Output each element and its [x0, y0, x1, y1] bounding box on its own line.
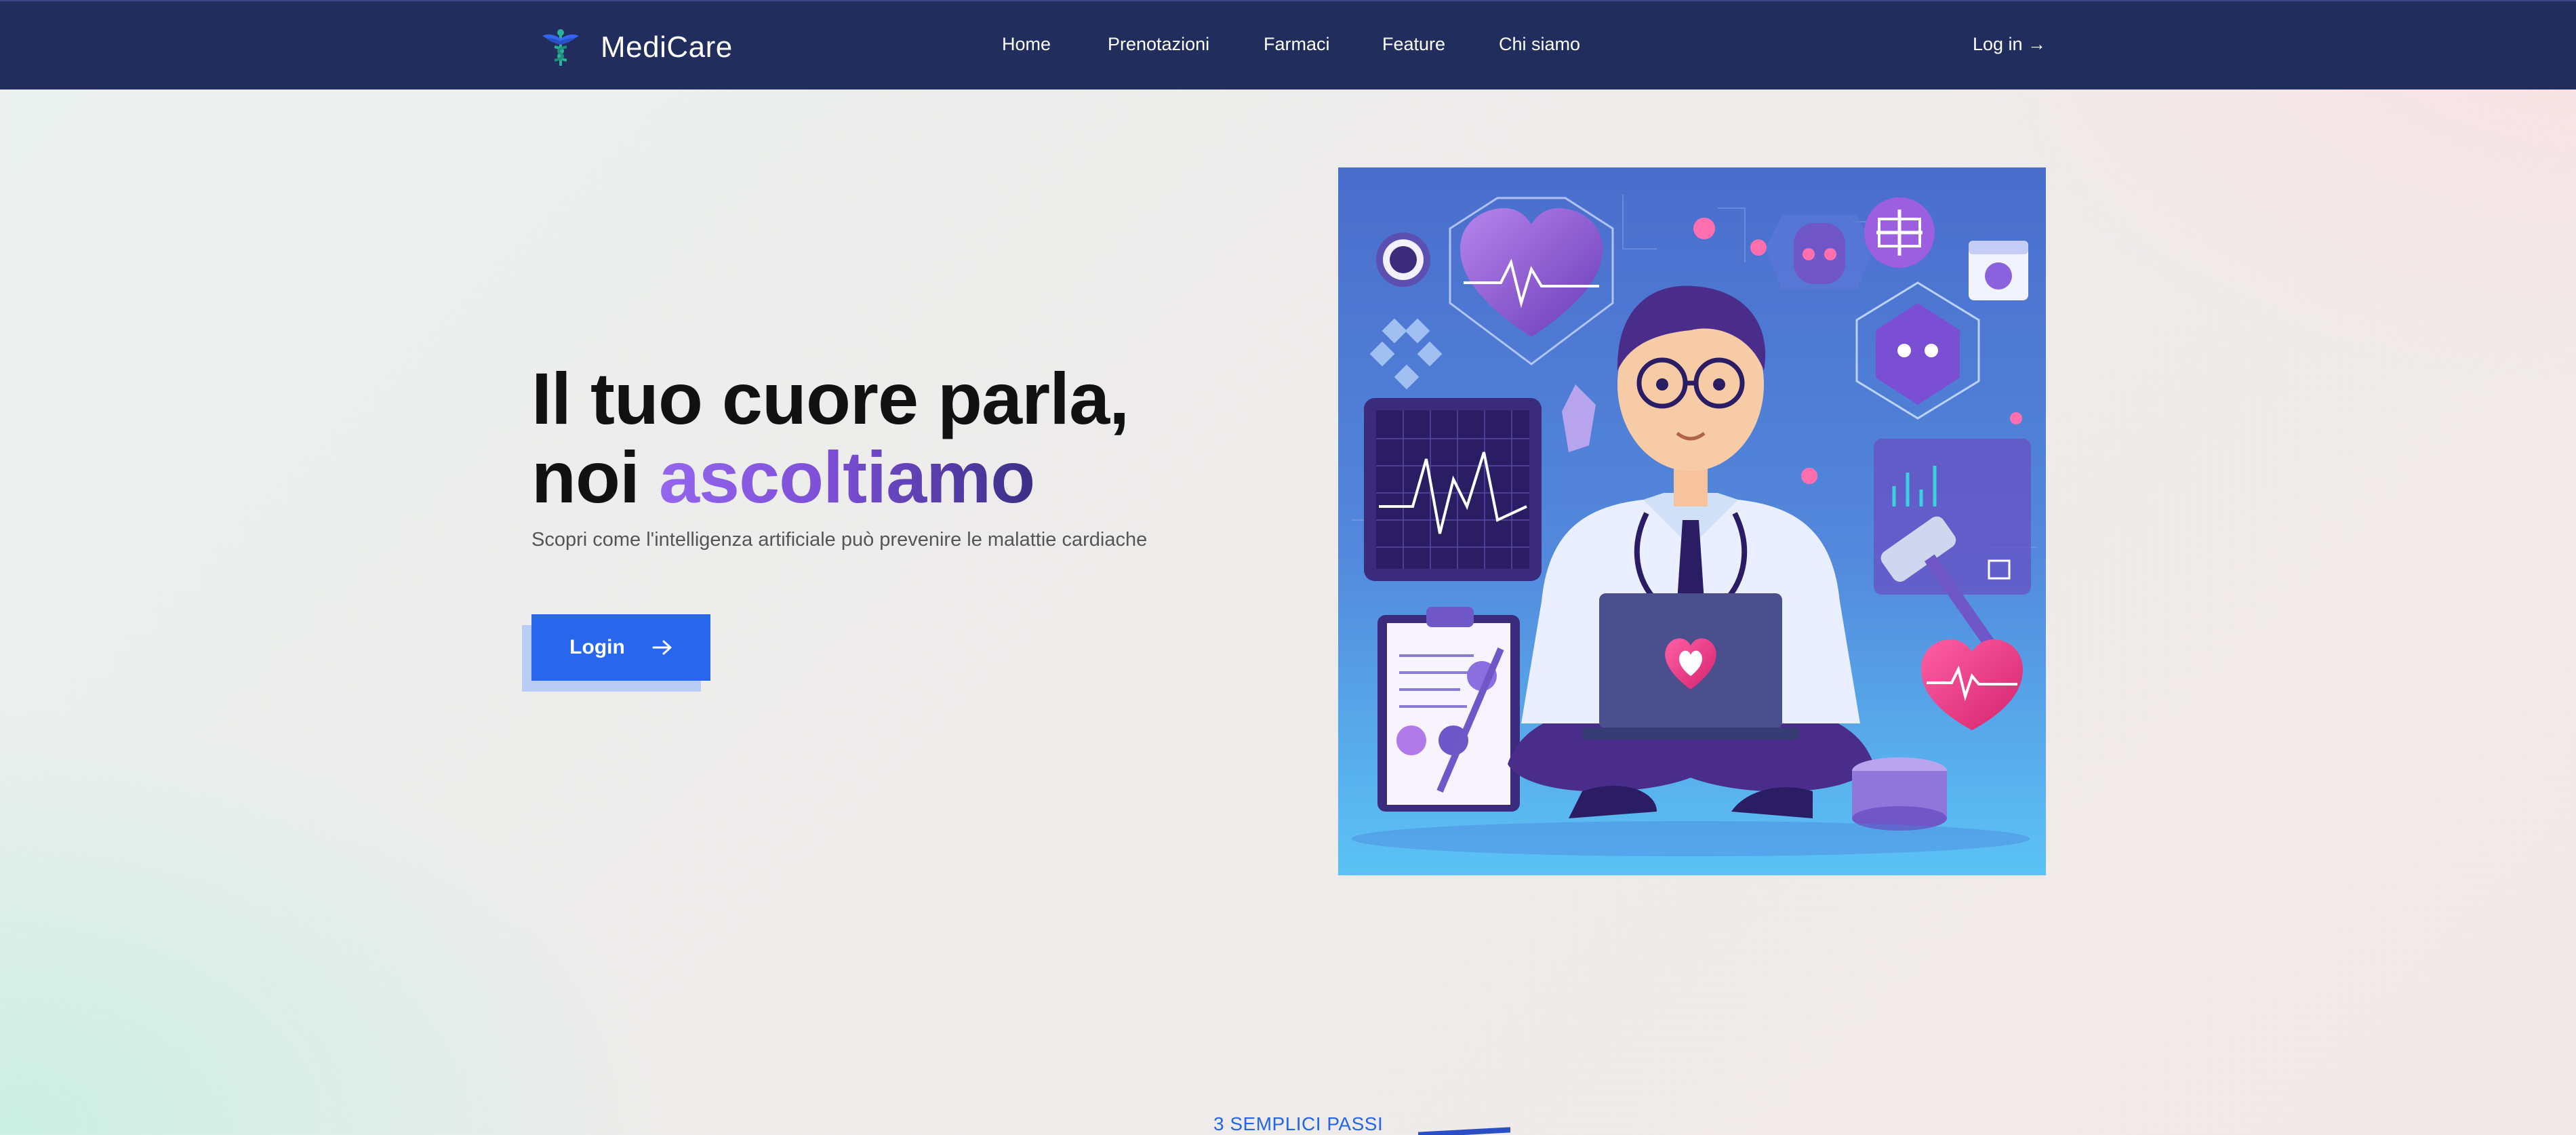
hero-title-line2-plain: noi [531, 436, 659, 518]
hero-subtitle: Scopri come l'intelligenza artificiale p… [531, 529, 1148, 551]
steps-section-label: 3 SEMPLICI PASSI [1213, 1113, 1384, 1134]
steps-underline-decoration [1418, 1127, 1510, 1135]
nav-link-feature[interactable]: Feature [1382, 34, 1445, 55]
hero-title-accent: ascoltiamo [658, 436, 1035, 518]
hero-login-button[interactable]: Login [531, 614, 710, 681]
nav-link-farmaci[interactable]: Farmaci [1264, 34, 1330, 55]
nav-login-link[interactable]: Log in → [1973, 34, 2046, 55]
nav-link-home[interactable]: Home [1002, 34, 1051, 55]
main-nav: Home Prenotazioni Farmaci Feature Chi si… [0, 1, 2576, 91]
arrow-right-icon [652, 640, 672, 655]
robot-icon [1765, 215, 1874, 290]
hero-illustration [1338, 167, 2046, 875]
doctor-illustration [1338, 167, 2046, 875]
hero-title-line1: Il tuo cuore parla, [531, 357, 1129, 439]
nav-link-prenotazioni[interactable]: Prenotazioni [1108, 34, 1209, 55]
plus-badge-icon [1864, 197, 1935, 268]
ecg-monitor [1364, 398, 1542, 581]
clipboard [1377, 607, 1520, 812]
hero-title: Il tuo cuore parla, noi ascoltiamo [531, 359, 1129, 517]
top-navbar: MediCare Home Prenotazioni Farmaci Featu… [0, 0, 2576, 89]
gear-icon [1376, 233, 1430, 287]
nav-link-chi-siamo[interactable]: Chi siamo [1499, 34, 1580, 55]
hero-login-label: Login [569, 636, 625, 658]
